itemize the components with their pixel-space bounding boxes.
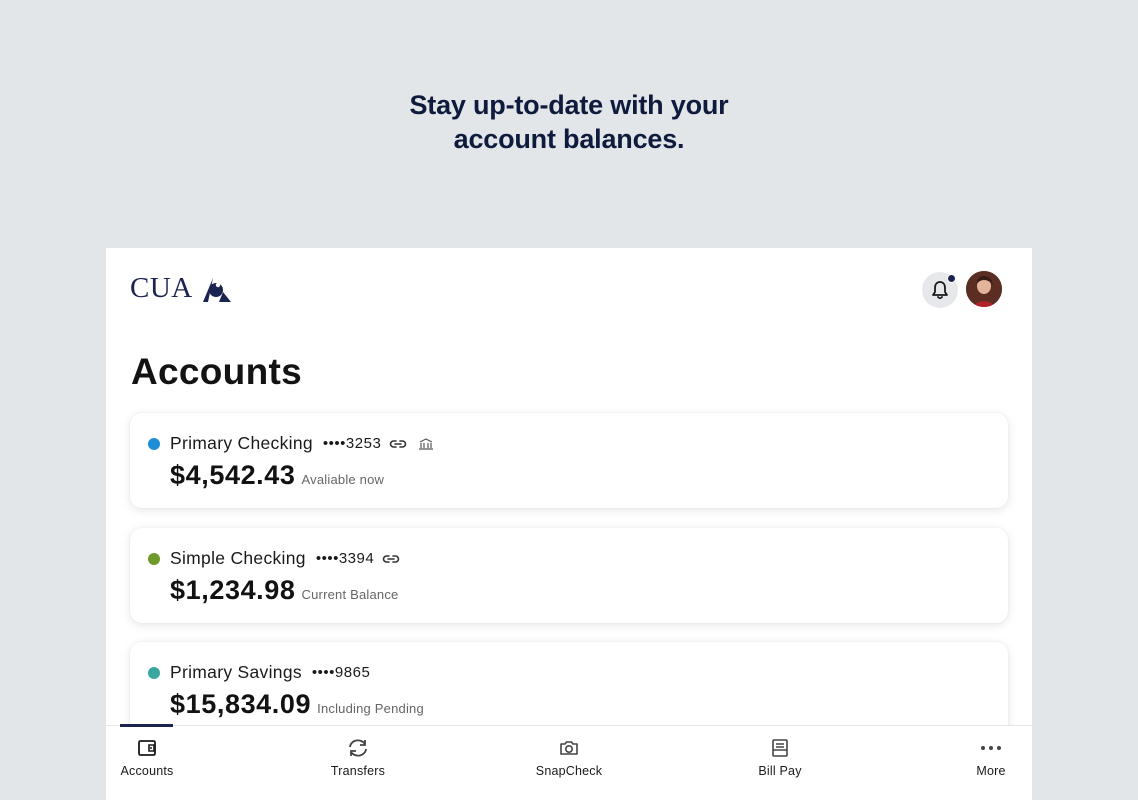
- logo-mark-icon: [202, 277, 231, 302]
- more-icon: [979, 736, 1003, 760]
- marketing-headline: Stay up-to-date with your account balanc…: [0, 88, 1138, 156]
- account-color-dot: [148, 552, 160, 565]
- balance-label: Avaliable now: [301, 472, 385, 487]
- transfer-icon: [346, 736, 370, 760]
- active-tab-indicator: [120, 724, 173, 727]
- account-color-dot: [148, 666, 160, 679]
- nav-accounts[interactable]: Accounts: [106, 736, 207, 778]
- nav-label: Transfers: [330, 764, 386, 778]
- account-number-mask: ••••3253: [322, 435, 382, 452]
- account-name: Primary Savings: [170, 662, 302, 682]
- account-color-dot: [148, 437, 160, 450]
- nav-label: SnapCheck: [535, 764, 603, 778]
- app-header: CUA: [130, 270, 1002, 310]
- account-balance: $15,834.09: [170, 689, 312, 719]
- account-name: Primary Checking: [170, 433, 313, 453]
- profile-avatar[interactable]: [966, 271, 1002, 307]
- nav-transfers[interactable]: Transfers: [298, 736, 418, 778]
- nav-bill-pay[interactable]: Bill Pay: [720, 736, 840, 778]
- account-number-mask: ••••3394: [315, 550, 375, 567]
- cua-logo[interactable]: CUA: [130, 272, 235, 305]
- nav-snapcheck[interactable]: SnapCheck: [509, 736, 629, 778]
- headline-line-2: account balances.: [453, 124, 685, 154]
- notification-badge: [947, 274, 956, 283]
- app-screen: CUA Accounts Primary Checking ••••3253 $…: [106, 248, 1032, 800]
- account-number-mask: ••••9865: [311, 664, 371, 681]
- bottom-navigation: Accounts Transfers SnapCheck Bill Pay Mo: [106, 724, 1032, 800]
- link-icon: [382, 550, 400, 568]
- nav-label: Accounts: [120, 764, 174, 778]
- account-card-primary-savings[interactable]: Primary Savings ••••9865 $15,834.09 Incl…: [130, 642, 1008, 737]
- account-balance: $1,234.98: [170, 575, 296, 605]
- bank-transfer-icon: [417, 435, 435, 453]
- logo-text: CUA: [130, 272, 193, 304]
- account-card-simple-checking[interactable]: Simple Checking ••••3394 $1,234.98 Curre…: [130, 528, 1008, 623]
- page-title: Accounts: [131, 351, 302, 392]
- bill-icon: [768, 736, 792, 760]
- account-name: Simple Checking: [170, 548, 306, 568]
- account-balance: $4,542.43: [170, 460, 296, 490]
- nav-label: Bill Pay: [758, 764, 802, 778]
- wallet-icon: [135, 736, 159, 760]
- balance-label: Current Balance: [301, 587, 399, 602]
- link-icon: [389, 435, 407, 453]
- bell-icon: [932, 281, 948, 300]
- notifications-button[interactable]: [922, 272, 958, 308]
- avatar-image: [966, 271, 1002, 307]
- nav-more[interactable]: More: [931, 736, 1032, 778]
- camera-icon: [557, 736, 581, 760]
- balance-label: Including Pending: [317, 701, 424, 716]
- headline-line-1: Stay up-to-date with your: [409, 90, 729, 120]
- nav-label: More: [976, 764, 1006, 778]
- account-card-primary-checking[interactable]: Primary Checking ••••3253 $4,542.43 Aval…: [130, 413, 1008, 508]
